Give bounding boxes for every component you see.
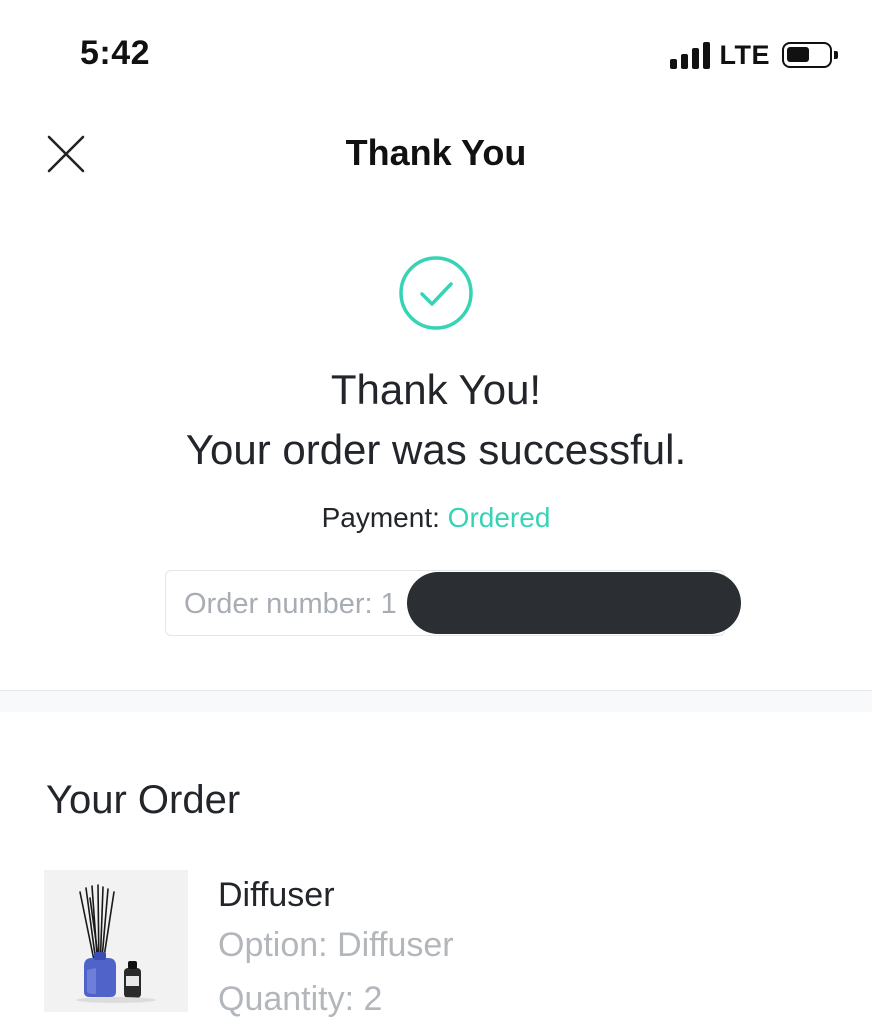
- page-title: Thank You: [345, 132, 527, 173]
- signal-icon: [669, 41, 710, 69]
- payment-status-row: Payment: Ordered: [0, 502, 872, 534]
- product-image: [44, 870, 188, 1012]
- confirmation-message: Your order was successful.: [185, 426, 687, 473]
- status-time: 5:42: [80, 34, 151, 72]
- battery-icon: [782, 42, 838, 68]
- your-order-title: Your Order: [46, 778, 241, 822]
- status-bar: 5:42 LTE: [0, 0, 872, 100]
- confirmation-heading: Thank You!: [330, 366, 542, 413]
- order-number-label: Order number: 1: [184, 588, 397, 620]
- status-indicators: LTE: [669, 38, 838, 72]
- redaction-overlay: [407, 572, 741, 634]
- product-quantity: Quantity: 2: [218, 980, 383, 1018]
- product-option: Option: Diffuser: [218, 926, 454, 964]
- payment-status: Ordered: [447, 502, 551, 533]
- thank-you-screen: 5:42 LTE Thank You Thank You! Your order…: [0, 0, 872, 1024]
- section-divider: [0, 690, 872, 712]
- network-type: LTE: [719, 39, 770, 70]
- payment-label: Payment:: [321, 502, 440, 533]
- product-name: Diffuser: [218, 876, 335, 914]
- check-circle-icon: [398, 255, 474, 331]
